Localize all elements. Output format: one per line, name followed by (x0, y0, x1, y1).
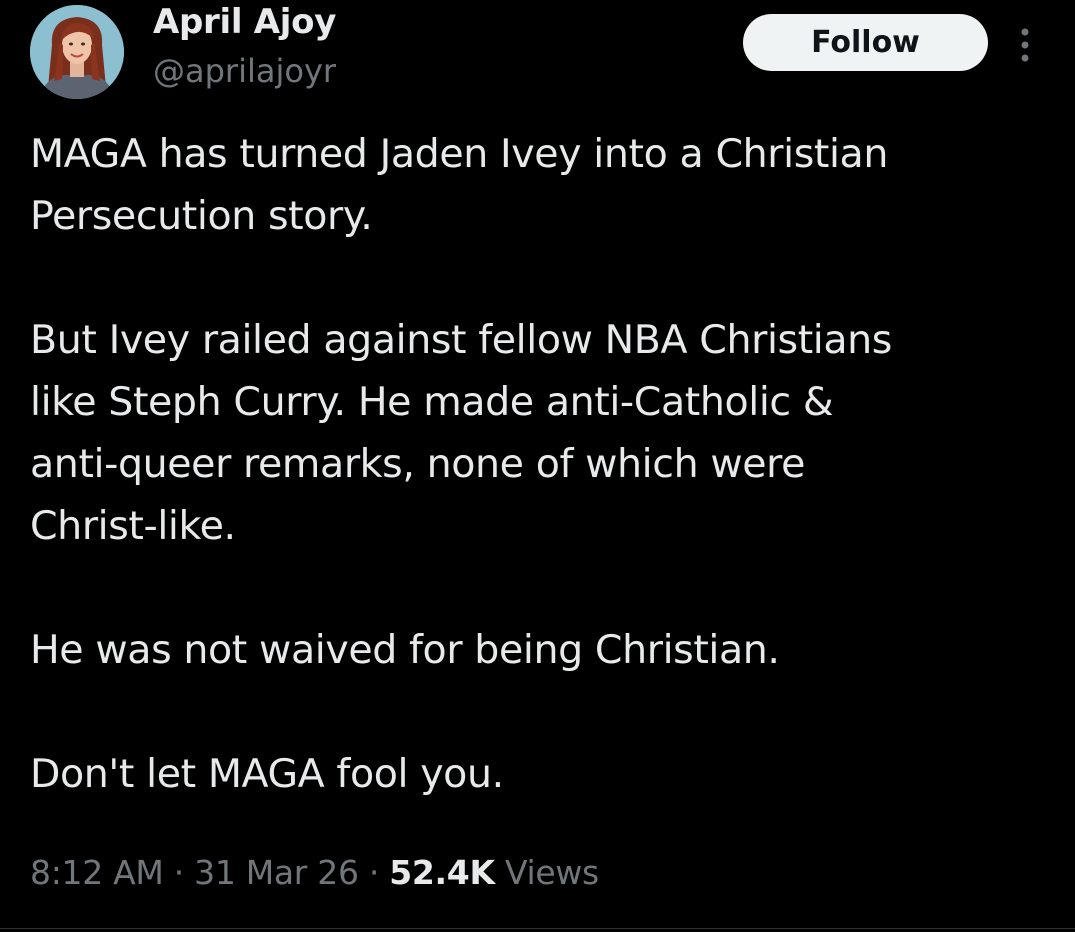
views-count: 52.4K (389, 853, 495, 892)
tweet-text: MAGA has turned Jaden Ivey into a Christ… (30, 123, 1055, 805)
tweet-card: April Ajoy @aprilajoyr Follow MAGA has t… (0, 0, 1075, 932)
profile-photo-icon (30, 5, 124, 99)
avatar[interactable] (30, 5, 124, 99)
meta-separator: · (163, 853, 195, 892)
tweet-paragraph: MAGA has turned Jaden Ivey into a Christ… (30, 131, 888, 239)
author-handle[interactable]: @aprilajoyr (153, 52, 336, 90)
more-options-button[interactable] (1010, 20, 1040, 70)
author-name[interactable]: April Ajoy (153, 2, 336, 42)
tweet-time[interactable]: 8:12 AM (30, 853, 164, 892)
tweet-meta: 8:12 AM · 31 Mar 26 · 52.4K Views (30, 853, 599, 892)
views-label: Views (504, 853, 599, 892)
tweet-date[interactable]: 31 Mar 26 (194, 853, 359, 892)
tweet-paragraph: He was not waived for being Christian. (30, 627, 780, 673)
follow-button[interactable]: Follow (743, 14, 988, 71)
tweet-paragraph: Don't let MAGA fool you. (30, 751, 504, 797)
more-vertical-icon (1021, 28, 1029, 62)
tweet-paragraph: But Ivey railed against fellow NBA Chris… (30, 317, 892, 549)
meta-separator: · (358, 853, 390, 892)
divider (0, 928, 1075, 929)
